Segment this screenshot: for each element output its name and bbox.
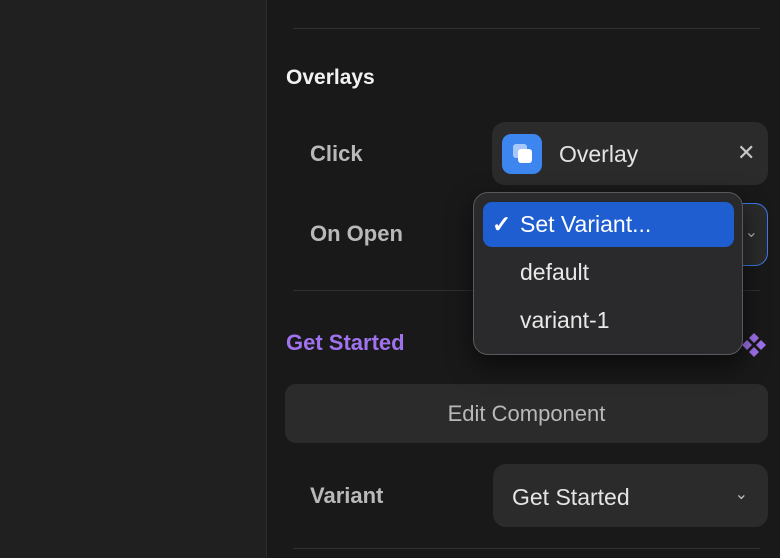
dropdown-option-set-variant[interactable]: ✓ Set Variant... xyxy=(483,202,734,247)
divider-top xyxy=(293,28,760,29)
dropdown-option-default[interactable]: default xyxy=(483,250,734,295)
checkmark-icon: ✓ xyxy=(492,211,512,237)
component-name: Get Started xyxy=(286,330,405,355)
dropdown-option-variant-1[interactable]: variant-1 xyxy=(483,298,734,343)
edit-component-button[interactable]: Edit Component xyxy=(285,384,768,443)
variant-label: Variant xyxy=(310,483,384,508)
variant-select[interactable]: Get Started ⌄ xyxy=(493,464,768,527)
on-open-label: On Open xyxy=(310,221,403,246)
click-overlay-field[interactable]: Overlay ✕ xyxy=(492,122,768,185)
chevron-down-icon: ⌄ xyxy=(744,224,758,241)
click-overlay-value: Overlay xyxy=(559,141,639,167)
variant-dropdown-menu: ✓ Set Variant... default variant-1 xyxy=(473,192,743,355)
divider-bottom xyxy=(293,548,760,549)
variant-select-value: Get Started xyxy=(512,484,630,510)
dropdown-option-label: default xyxy=(520,259,590,285)
overlay-icon xyxy=(502,134,542,174)
component-icon xyxy=(742,333,766,357)
overlays-section-title: Overlays xyxy=(286,66,375,89)
click-label: Click xyxy=(310,141,363,166)
close-icon[interactable]: ✕ xyxy=(737,139,755,167)
dropdown-option-label: variant-1 xyxy=(520,307,610,333)
dropdown-option-label: Set Variant... xyxy=(520,211,652,237)
chevron-down-icon: ⌄ xyxy=(734,486,748,503)
canvas-area xyxy=(0,0,266,558)
